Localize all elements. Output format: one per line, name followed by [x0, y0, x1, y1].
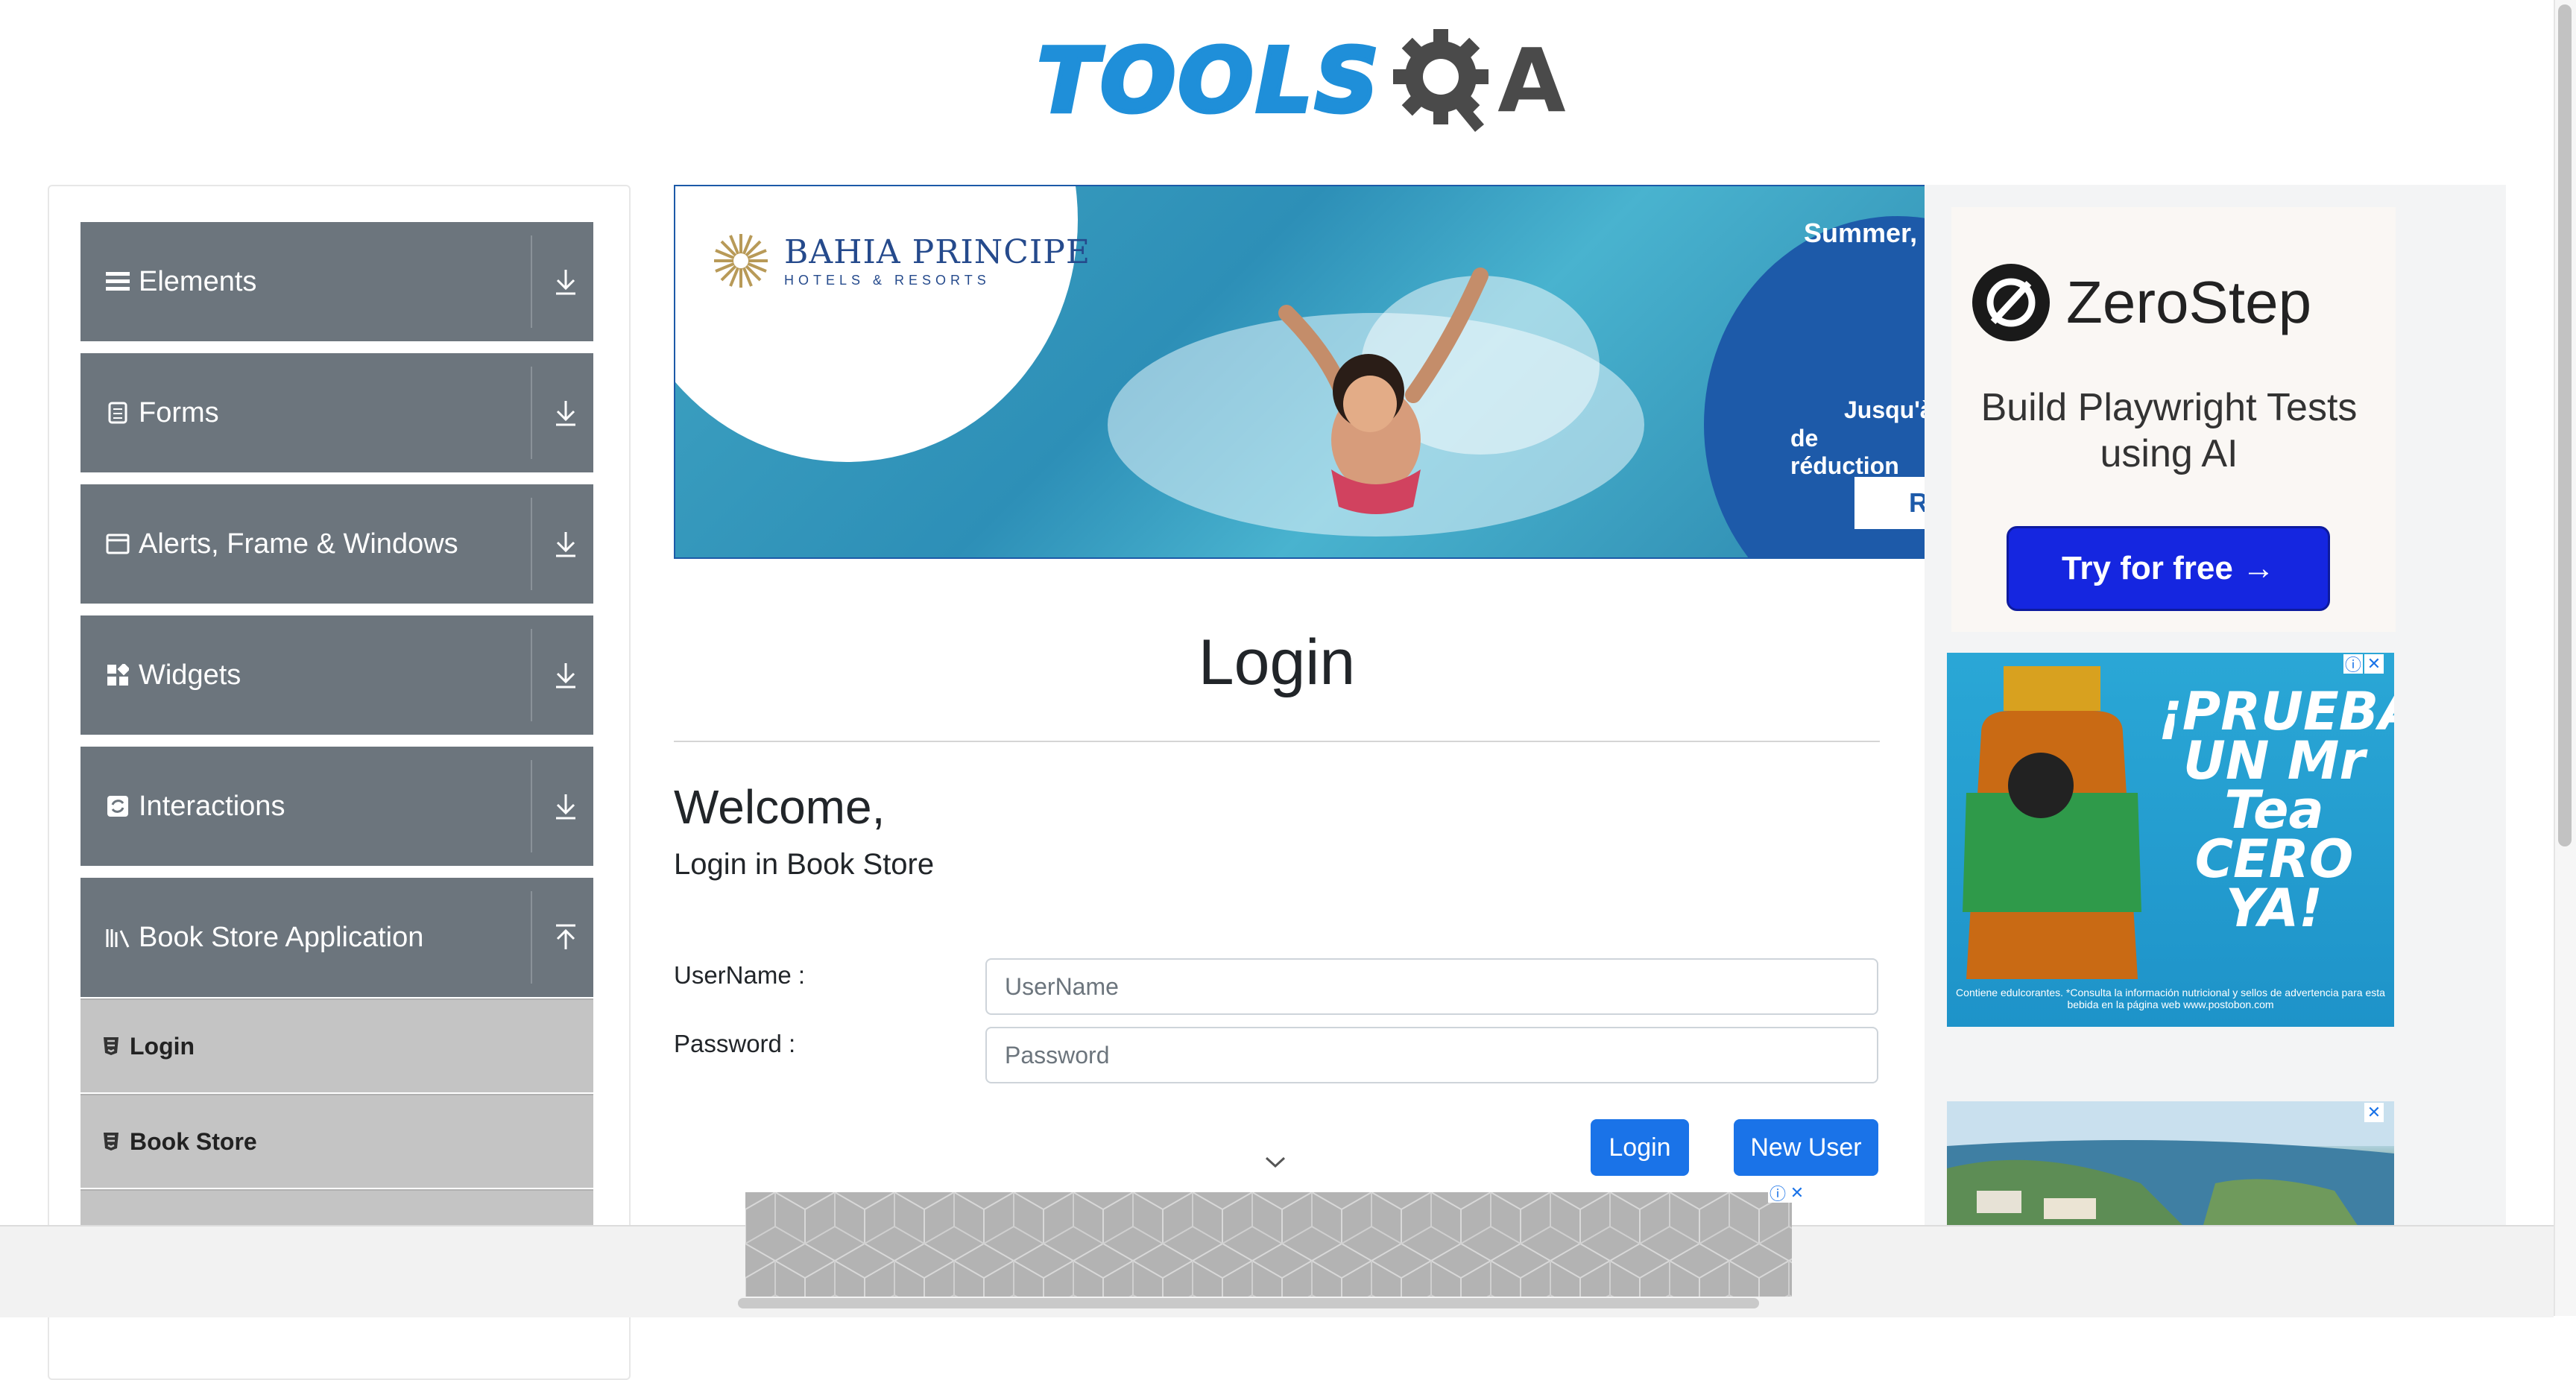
brand-subtitle: HOTELS & RESORTS: [784, 273, 991, 288]
info-icon[interactable]: ⓘ: [2343, 654, 2363, 674]
sun-logo-icon: [714, 234, 768, 288]
page-title: Login: [1198, 627, 1356, 698]
group-widgets[interactable]: Widgets: [80, 615, 593, 735]
banner-ad[interactable]: BAHIA PRINCIPE HOTELS & RESORTS Summer, …: [674, 185, 1929, 559]
tea-ad[interactable]: ¡PRUEBA UN Mr Tea CERO YA! Contiene edul…: [1947, 653, 2394, 1027]
zerostep-brand: ZeroStep: [2066, 269, 2312, 335]
divider: [531, 760, 532, 852]
books-icon: [104, 924, 131, 951]
group-label: Alerts, Frame & Windows: [139, 528, 458, 560]
upload-arrow-icon: [556, 924, 575, 949]
sidebar-item-login[interactable]: Login: [80, 998, 593, 1092]
html5-icon: [103, 1036, 121, 1056]
left-panel: Elements Forms Alerts, Frame & Windows W…: [48, 185, 631, 1380]
sidebar-item-label: Book Store: [130, 1127, 257, 1155]
zerostep-tagline: Build Playwright Tests using AI: [1980, 386, 2358, 475]
group-label: Interactions: [139, 790, 285, 822]
close-icon[interactable]: ✕: [2364, 654, 2384, 674]
banner-shape: [675, 186, 1078, 462]
bottom-ad[interactable]: [745, 1192, 1792, 1297]
banner-headline: Summer,: [1804, 218, 1918, 248]
group-label: Elements: [139, 265, 257, 297]
username-input[interactable]: [985, 958, 1878, 1015]
sidebar-item-label: Login: [130, 1032, 195, 1060]
new-user-button[interactable]: New User: [1734, 1119, 1878, 1176]
menu-icon: [104, 268, 131, 295]
sidebar-item-book-store[interactable]: Book Store: [80, 1094, 593, 1188]
chevron-down-icon[interactable]: [1264, 1155, 1287, 1170]
gear-icon: [1389, 25, 1500, 136]
password-label: Password :: [674, 1030, 796, 1057]
welcome-heading: Welcome,: [674, 780, 886, 834]
group-alerts-frame-windows[interactable]: Alerts, Frame & Windows: [80, 484, 593, 604]
info-icon[interactable]: ⓘ: [1768, 1183, 1787, 1203]
download-arrow-icon: [556, 794, 575, 820]
login-button[interactable]: Login: [1591, 1119, 1689, 1176]
download-arrow-icon: [556, 270, 575, 295]
group-elements[interactable]: Elements: [80, 222, 593, 341]
divider: [531, 235, 532, 328]
interactions-icon: [104, 793, 131, 820]
group-book-store-application[interactable]: Book Store Application: [80, 878, 593, 997]
vertical-scrollbar-thumb[interactable]: [2558, 4, 2572, 846]
swimmer-image: [1108, 268, 1644, 537]
zerostep-logo-icon: [1972, 264, 2050, 341]
try-for-free-button[interactable]: Try for free →: [2007, 526, 2330, 611]
banner-text: Jusqu'à: [1844, 396, 1929, 423]
divider: [531, 891, 532, 984]
banner-cta-button[interactable]: R: [1852, 474, 1928, 532]
hexagon-pattern: [745, 1192, 1792, 1297]
brand-name: BAHIA PRINCIPE: [784, 233, 1091, 271]
horizontal-scrollbar[interactable]: [738, 1298, 1759, 1308]
widgets-icon: [104, 662, 131, 689]
close-icon[interactable]: ✕: [1787, 1183, 1807, 1203]
tea-bottle-image: [1963, 666, 2141, 979]
banner-text: de réduction: [1790, 425, 1899, 479]
document-icon: [104, 399, 131, 426]
toolsqa-logo[interactable]: TOOLS A: [1035, 21, 1566, 140]
tea-ad-disclaimer: Contiene edulcorantes. *Consulta la info…: [1956, 987, 2385, 1010]
close-icon[interactable]: ✕: [2364, 1103, 2384, 1122]
divider: [674, 741, 1880, 742]
group-forms[interactable]: Forms: [80, 353, 593, 472]
login-subtitle: Login in Book Store: [674, 848, 935, 881]
divider: [531, 367, 532, 459]
download-arrow-icon: [556, 401, 575, 426]
html5-icon: [103, 1132, 121, 1151]
divider: [531, 629, 532, 721]
window-icon: [104, 531, 131, 557]
download-arrow-icon: [556, 663, 575, 689]
logo-text-a: A: [1497, 29, 1566, 132]
download-arrow-icon: [556, 532, 575, 557]
group-label: Widgets: [139, 659, 242, 691]
group-label: Book Store Application: [139, 921, 424, 953]
resort-ad[interactable]: [1947, 1101, 2394, 1235]
zerostep-logo: ZeroStep: [1971, 262, 2311, 343]
divider: [531, 498, 532, 590]
tea-ad-headline: ¡PRUEBA UN Mr Tea CERO YA!: [2159, 681, 2394, 939]
group-label: Forms: [139, 396, 219, 428]
bahia-principe-logo: BAHIA PRINCIPE HOTELS & RESORTS: [711, 231, 1090, 291]
group-interactions[interactable]: Interactions: [80, 747, 593, 866]
password-input[interactable]: [985, 1027, 1878, 1083]
logo-text-tools: TOOLS: [1035, 29, 1382, 132]
resort-image: [1947, 1101, 2394, 1235]
username-label: UserName :: [674, 961, 806, 989]
